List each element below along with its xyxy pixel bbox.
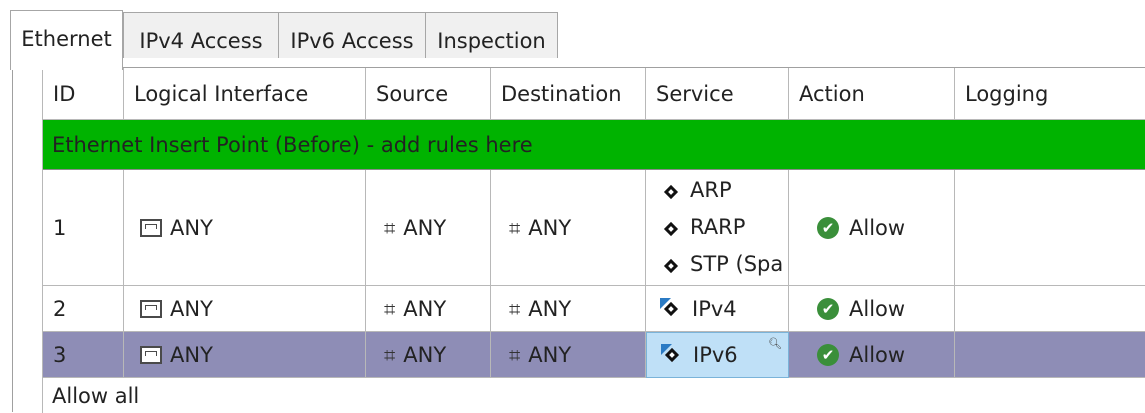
logging-cell[interactable] <box>955 170 1145 286</box>
source-value: ANY <box>403 342 447 367</box>
tab-inspection[interactable]: Inspection <box>425 12 558 58</box>
rule-id-cell: 3 <box>43 332 124 378</box>
source-cell[interactable]: ⌗ ANY <box>366 332 491 378</box>
action-cell[interactable]: ✔ Allow <box>789 170 955 286</box>
column-header-source[interactable]: Source <box>366 68 491 120</box>
service-item: STP (Spa <box>660 246 783 283</box>
column-header-service[interactable]: Service <box>646 68 789 120</box>
source-cell[interactable]: ⌗ ANY <box>366 170 491 286</box>
interface-value: ANY <box>170 296 213 321</box>
service-item: ARP <box>660 172 732 209</box>
insert-point-label: Ethernet Insert Point (Before) - add rul… <box>52 132 533 157</box>
column-header-logical-interface[interactable]: Logical Interface <box>124 68 366 120</box>
service-icon <box>663 184 679 200</box>
default-rule-label: Allow all <box>52 383 140 408</box>
service-icon <box>663 258 679 274</box>
row-selector-column <box>13 68 43 413</box>
check-circle-icon: ✔ <box>817 343 839 366</box>
destination-cell[interactable]: ⌗ ANY <box>491 170 646 286</box>
network-icon: ⌗ <box>509 342 521 367</box>
magnifier-icon[interactable]: 🔍︎ <box>768 337 782 350</box>
tab-ethernet[interactable]: Ethernet <box>10 10 123 70</box>
destination-value: ANY <box>528 296 572 321</box>
source-value: ANY <box>403 296 447 321</box>
network-icon: ⌗ <box>384 342 396 367</box>
logical-interface-cell[interactable]: ANY <box>124 170 366 286</box>
destination-cell[interactable]: ⌗ ANY <box>491 332 646 378</box>
action-cell[interactable]: ✔ Allow <box>789 332 955 378</box>
logical-interface-cell[interactable]: ANY <box>124 332 366 378</box>
check-circle-icon: ✔ <box>817 216 839 239</box>
network-icon: ⌗ <box>509 296 521 321</box>
rule-id-cell: 2 <box>43 286 124 332</box>
interface-value: ANY <box>170 215 213 240</box>
ip-service-icon <box>661 344 683 366</box>
column-header-id[interactable]: ID <box>43 68 124 120</box>
column-header-action[interactable]: Action <box>789 68 955 120</box>
destination-value: ANY <box>528 215 572 240</box>
action-value: Allow <box>849 342 906 367</box>
service-cell[interactable]: ARP RARP STP (Spa <box>646 170 789 286</box>
rules-table: ID Logical Interface Source Destination … <box>12 67 1145 413</box>
service-cell-selected[interactable]: IPv6 🔍︎ <box>646 332 789 378</box>
rule-id-cell: 1 <box>43 170 124 286</box>
tab-ipv4-access[interactable]: IPv4 Access <box>123 12 279 58</box>
service-value: IPv4 <box>692 296 737 321</box>
interface-icon <box>140 345 162 364</box>
network-icon: ⌗ <box>384 296 396 321</box>
destination-cell[interactable]: ⌗ ANY <box>491 286 646 332</box>
network-icon: ⌗ <box>509 215 521 240</box>
logging-cell[interactable] <box>955 332 1145 378</box>
interface-icon <box>140 299 162 318</box>
interface-icon <box>140 218 162 237</box>
network-icon: ⌗ <box>384 215 396 240</box>
insert-point-row[interactable]: Ethernet Insert Point (Before) - add rul… <box>43 120 1145 170</box>
source-value: ANY <box>403 215 447 240</box>
service-cell[interactable]: IPv4 <box>646 286 789 332</box>
service-icon <box>663 221 679 237</box>
action-value: Allow <box>849 296 906 321</box>
destination-value: ANY <box>528 342 572 367</box>
tab-ipv6-access[interactable]: IPv6 Access <box>278 12 426 58</box>
column-header-logging[interactable]: Logging <box>955 68 1145 120</box>
action-value: Allow <box>849 215 906 240</box>
check-circle-icon: ✔ <box>817 297 839 320</box>
source-cell[interactable]: ⌗ ANY <box>366 286 491 332</box>
action-cell[interactable]: ✔ Allow <box>789 286 955 332</box>
service-item: RARP <box>660 209 745 246</box>
interface-value: ANY <box>170 342 213 367</box>
column-header-destination[interactable]: Destination <box>491 68 646 120</box>
default-rule-row[interactable]: Allow all <box>43 378 1145 413</box>
ip-service-icon <box>660 297 682 320</box>
service-value: IPv6 <box>693 343 738 367</box>
logical-interface-cell[interactable]: ANY <box>124 286 366 332</box>
logging-cell[interactable] <box>955 286 1145 332</box>
